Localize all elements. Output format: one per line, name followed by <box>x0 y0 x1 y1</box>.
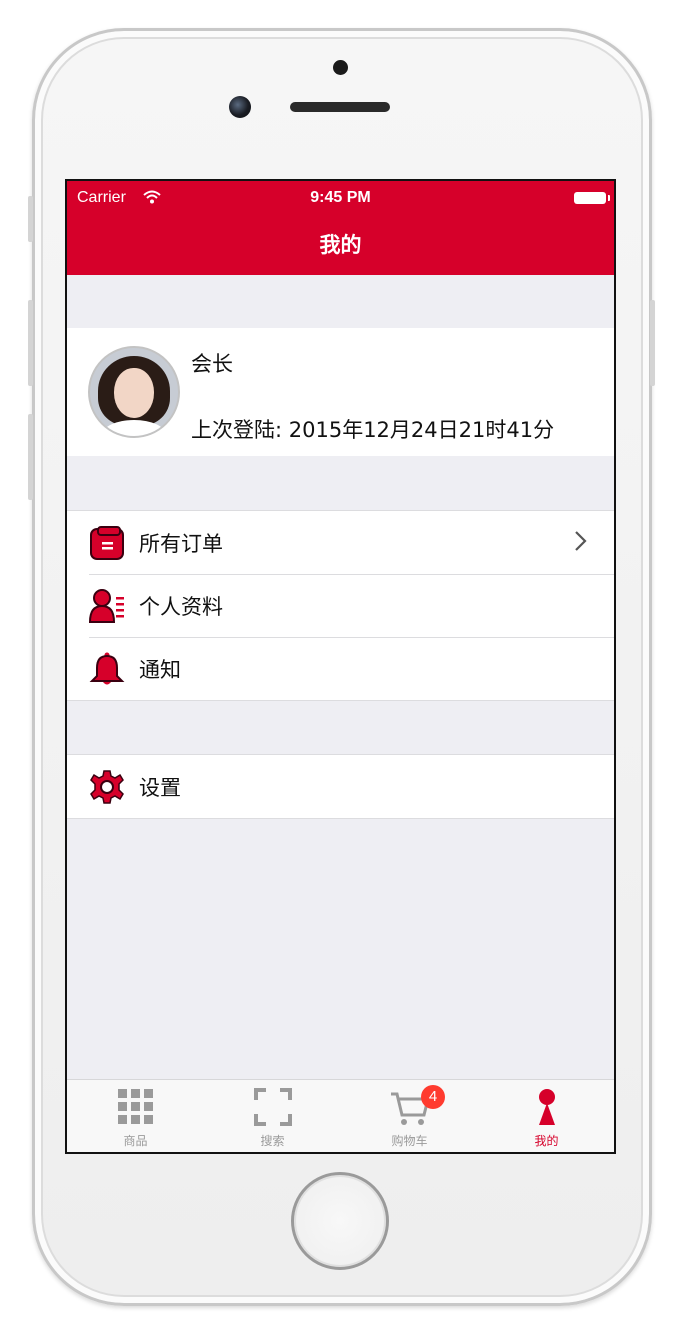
menu-item-notifications[interactable]: 通知 <box>67 637 614 700</box>
home-button[interactable] <box>291 1172 389 1270</box>
menu-item-profile[interactable]: 个人资料 <box>67 574 614 637</box>
bell-icon <box>89 652 125 685</box>
volume-down-button <box>28 414 33 500</box>
earpiece-speaker <box>290 102 390 112</box>
profile-card-icon <box>89 589 124 623</box>
menu-group-settings: 设置 <box>67 754 614 819</box>
avatar[interactable] <box>88 346 180 438</box>
orders-icon <box>90 526 124 560</box>
tab-products[interactable]: 商品 <box>67 1080 204 1152</box>
avatar-face <box>114 368 154 418</box>
user-name: 会长 <box>191 352 233 376</box>
tab-mine[interactable]: 我的 <box>478 1080 614 1152</box>
menu-item-label: 通知 <box>139 658 181 682</box>
profile-card[interactable]: 会长 上次登陆: 2015年12月24日21时41分 <box>67 328 614 456</box>
navigation-bar: Carrier 9:45 PM 我的 <box>67 181 614 275</box>
menu-group-account: 所有订单 个人资料 通知 <box>67 510 614 701</box>
cart-badge: 4 <box>421 1085 445 1109</box>
gear-icon <box>90 770 124 804</box>
tab-label: 搜索 <box>260 1134 285 1148</box>
tab-cart[interactable]: 购物车 <box>341 1080 478 1152</box>
page-title: 我的 <box>319 233 362 257</box>
grid-icon <box>117 1089 153 1124</box>
status-time: 9:45 PM <box>310 189 371 206</box>
menu-item-settings[interactable]: 设置 <box>67 755 614 818</box>
mute-switch <box>28 196 33 242</box>
battery-icon <box>574 192 610 204</box>
tab-search[interactable]: 搜索 <box>204 1080 341 1152</box>
volume-up-button <box>28 300 33 386</box>
front-camera <box>229 96 251 118</box>
tab-bar: 商品 搜索 购物车 4 我的 <box>67 1079 614 1152</box>
power-button <box>650 300 655 386</box>
menu-item-all-orders[interactable]: 所有订单 <box>67 511 614 574</box>
status-bar: Carrier 9:45 PM <box>67 181 614 215</box>
avatar-shirt <box>102 420 166 436</box>
tab-label: 购物车 <box>391 1134 428 1148</box>
tab-label: 我的 <box>534 1134 559 1148</box>
app-screen: Carrier 9:45 PM 我的 会长 上次登陆: 2015年12月24日2… <box>65 179 616 1154</box>
chevron-right-icon <box>575 531 587 551</box>
scan-icon <box>253 1088 292 1126</box>
person-icon <box>538 1089 555 1125</box>
tab-label: 商品 <box>123 1134 148 1148</box>
menu-item-label: 所有订单 <box>139 532 223 556</box>
menu-item-label: 个人资料 <box>139 595 223 619</box>
menu-item-label: 设置 <box>139 776 181 800</box>
last-login-text: 上次登陆: 2015年12月24日21时41分 <box>191 418 555 442</box>
proximity-sensor <box>333 60 348 75</box>
